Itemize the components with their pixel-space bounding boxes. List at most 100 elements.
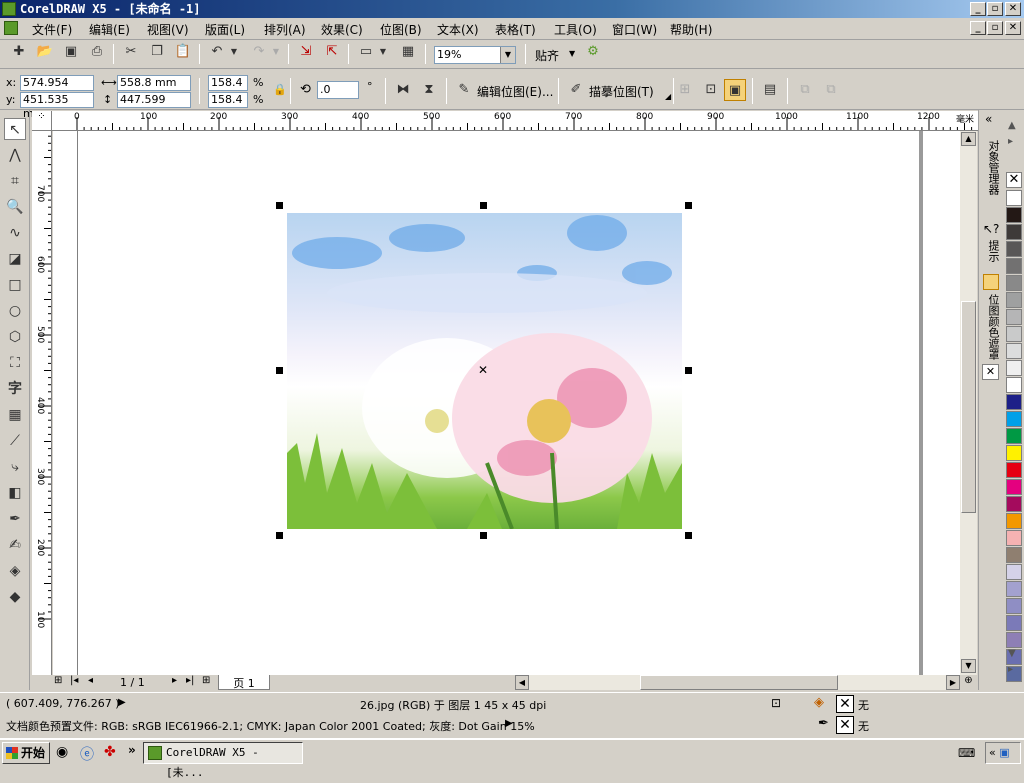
scroll-up-icon[interactable]: ▲ <box>961 132 976 146</box>
menu-window[interactable]: 窗口(W) <box>612 21 657 38</box>
import-icon[interactable]: ⇲ <box>295 41 317 63</box>
color-profile-info[interactable]: 文档颜色预置文件: RGB: sRGB IEC61966-2.1; CMYK: … <box>6 718 535 734</box>
table-tool-icon[interactable]: ▦ <box>4 404 26 426</box>
profile-expand-icon[interactable]: ▶ <box>505 718 513 729</box>
undo-dropdown-icon[interactable]: ▼ <box>228 41 240 63</box>
welcome-screen-icon[interactable]: ▦ <box>397 41 419 63</box>
no-color-swatch[interactable]: ✕ <box>1006 172 1022 188</box>
document-icon[interactable] <box>4 21 18 35</box>
horizontal-ruler[interactable]: 0 100 200 300 400 500 600 700 800 900 10… <box>52 111 978 131</box>
system-tray[interactable]: « ▣ <box>985 742 1021 764</box>
color-swatch[interactable] <box>1006 598 1022 614</box>
horizontal-scroll-thumb[interactable] <box>640 675 838 690</box>
vertical-scrollbar[interactable]: ▲ ▼ <box>960 131 977 675</box>
color-proof-icon[interactable]: ⊡ <box>771 696 781 710</box>
color-swatch[interactable] <box>1006 581 1022 597</box>
rectangle-tool-icon[interactable]: □ <box>4 274 26 296</box>
menu-tools[interactable]: 工具(O) <box>554 21 597 38</box>
selection-handle-l[interactable] <box>276 367 283 374</box>
color-swatch[interactable] <box>1006 326 1022 342</box>
menu-view[interactable]: 视图(V) <box>147 21 189 38</box>
zoom-dropdown-icon[interactable]: ▼ <box>500 47 515 63</box>
close-button[interactable]: ✕ <box>1005 2 1021 16</box>
color-swatch[interactable] <box>1006 479 1022 495</box>
connector-tool-icon[interactable]: ⤷ <box>4 456 26 478</box>
ellipse-tool-icon[interactable]: ○ <box>4 300 26 322</box>
color-swatch[interactable] <box>1006 530 1022 546</box>
close-docker-icon[interactable]: ✕ <box>982 364 999 380</box>
redo-dropdown-icon[interactable]: ▼ <box>270 41 282 63</box>
color-swatch[interactable] <box>1006 462 1022 478</box>
shape-tool-icon[interactable]: ⋀ <box>4 144 26 166</box>
doc-minimize-button[interactable]: _ <box>970 21 986 35</box>
bitmap-mask-icon[interactable] <box>983 274 999 290</box>
basic-shapes-tool-icon[interactable]: ⛶ <box>4 352 26 374</box>
bitmap-color-mask-tab[interactable]: 位图颜色遮罩 <box>985 294 1001 360</box>
color-swatch[interactable] <box>1006 258 1022 274</box>
new-icon[interactable]: ✚ <box>8 41 30 63</box>
scale-x-field[interactable]: 158.4 <box>208 75 248 91</box>
selection-handle-bl[interactable] <box>276 532 283 539</box>
polygon-tool-icon[interactable]: ⬡ <box>4 326 26 348</box>
interactive-fill-tool-icon[interactable]: ◆ <box>4 586 26 608</box>
last-page-icon[interactable]: ▸| <box>186 675 194 686</box>
launcher-dropdown-icon[interactable]: ▼ <box>377 41 389 63</box>
doc-close-button[interactable]: ✕ <box>1005 21 1021 35</box>
save-icon[interactable]: ▣ <box>60 41 82 63</box>
menu-file[interactable]: 文件(F) <box>32 21 72 38</box>
menu-arrange[interactable]: 排列(A) <box>264 21 306 38</box>
edit-bitmap-button[interactable]: 编辑位图(E)... <box>477 83 553 100</box>
color-swatch[interactable] <box>1006 564 1022 580</box>
fill-none-swatch[interactable]: ✕ <box>836 695 854 713</box>
add-page-before-icon[interactable]: ⊞ <box>54 675 62 686</box>
color-swatch[interactable] <box>1006 428 1022 444</box>
vertical-ruler[interactable]: 700 600 500 400 300 200 100 <box>32 131 52 675</box>
redo-icon[interactable]: ↷ <box>248 41 270 63</box>
zoom-level-dropdown[interactable]: 19% ▼ <box>434 46 516 64</box>
lock-ratio-icon[interactable]: 🔒 <box>273 83 287 96</box>
crop-bitmap-icon[interactable]: ⊞ <box>674 79 696 101</box>
hints-tab[interactable]: 提示 <box>985 240 1001 262</box>
trace-bitmap-button[interactable]: 描摹位图(T) <box>589 83 654 100</box>
doc-restore-button[interactable]: ▫ <box>987 21 1003 35</box>
color-swatch[interactable] <box>1006 513 1022 529</box>
selection-handle-r[interactable] <box>685 367 692 374</box>
menu-effects[interactable]: 效果(C) <box>321 21 363 38</box>
restore-button[interactable]: ▫ <box>987 2 1003 16</box>
selection-handle-br[interactable] <box>685 532 692 539</box>
print-icon[interactable]: ⎙ <box>86 41 108 63</box>
horizontal-scrollbar[interactable]: ◀ ▶ <box>515 675 960 690</box>
selection-handle-b[interactable] <box>480 532 487 539</box>
zoom-tool-icon[interactable]: 🔍 <box>4 196 26 218</box>
keyboard-tray-icon[interactable]: ⌨ <box>958 746 975 760</box>
color-swatch[interactable] <box>1006 615 1022 631</box>
scale-y-field[interactable]: 158.4 <box>208 92 248 108</box>
selection-handle-tr[interactable] <box>685 202 692 209</box>
mirror-vertical-icon[interactable]: ⧗ <box>418 79 440 101</box>
color-swatch[interactable] <box>1006 377 1022 393</box>
outline-tool-icon[interactable]: ✍ <box>4 534 26 556</box>
color-swatch[interactable] <box>1006 360 1022 376</box>
color-swatch[interactable] <box>1006 207 1022 223</box>
resample-icon[interactable]: ⊡ <box>700 79 722 101</box>
copy-icon[interactable]: ❐ <box>146 41 168 63</box>
freehand-tool-icon[interactable]: ∿ <box>4 222 26 244</box>
start-button[interactable]: 开始 <box>2 742 50 764</box>
options-icon[interactable]: ⚙ <box>582 41 604 63</box>
application-launcher-icon[interactable]: ▭ <box>355 41 377 63</box>
open-icon[interactable]: 📂 <box>34 41 56 63</box>
color-swatch[interactable] <box>1006 190 1022 206</box>
palette-scroll-up-icon[interactable]: ▲ <box>1008 120 1016 131</box>
paste-icon[interactable]: 📋 <box>172 41 194 63</box>
selection-handle-tl[interactable] <box>276 202 283 209</box>
x-position-field[interactable]: 574.954 mm <box>20 75 94 103</box>
status-expand-icon[interactable]: ▶ <box>118 697 126 708</box>
scroll-right-icon[interactable]: ▶ <box>946 675 960 690</box>
navigator-zoom-icon[interactable]: ⊕ <box>960 675 977 690</box>
color-swatch[interactable] <box>1006 394 1022 410</box>
blend-tool-icon[interactable]: ◧ <box>4 482 26 504</box>
color-swatch[interactable] <box>1006 275 1022 291</box>
color-swatch[interactable] <box>1006 292 1022 308</box>
tray-expand-icon[interactable]: « <box>989 746 996 759</box>
color-swatch[interactable] <box>1006 496 1022 512</box>
